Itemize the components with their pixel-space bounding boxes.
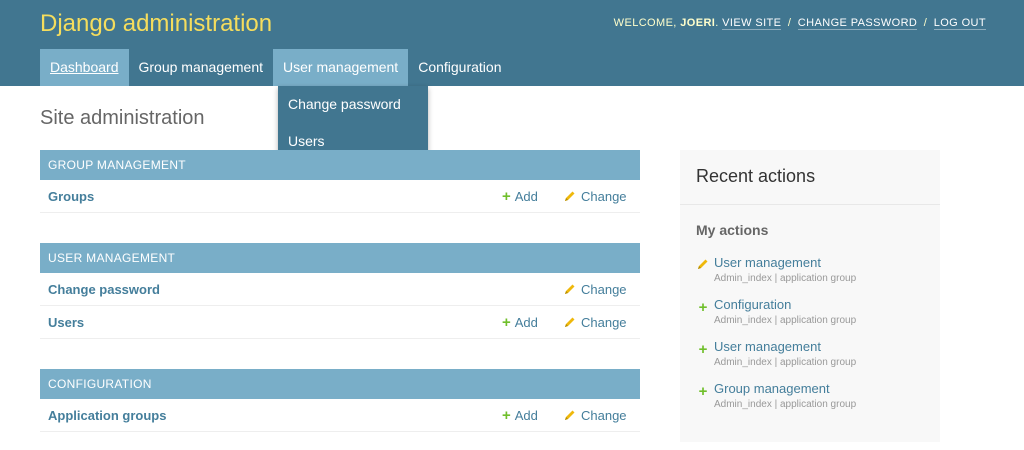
plus-icon: +	[698, 383, 708, 400]
recent-action-link[interactable]: User management	[714, 339, 821, 354]
module-caption[interactable]: Group management	[40, 150, 640, 180]
module-group-management: Group management Groups + Add Change	[40, 150, 640, 213]
pencil-icon	[565, 410, 575, 420]
table-row: Groups + Add Change	[40, 180, 640, 213]
nav-user-management[interactable]: User management	[273, 49, 409, 86]
site-brand[interactable]: Django administration	[40, 10, 272, 38]
model-link-change-password[interactable]: Change password	[48, 282, 160, 297]
recent-actions-panel: Recent actions My actions User managemen…	[680, 150, 940, 442]
welcome-text: Welcome,	[613, 17, 677, 29]
change-button[interactable]: Change	[564, 189, 627, 204]
my-actions-heading: My actions	[696, 222, 769, 238]
plus-icon: +	[502, 407, 511, 424]
page-title: Site administration	[40, 107, 205, 129]
plus-icon: +	[698, 341, 708, 358]
username: Joeri	[680, 17, 716, 29]
pencil-icon	[565, 284, 575, 294]
table-row: Change password Change	[40, 273, 640, 306]
header: Django administration Welcome, Joeri. Vi…	[0, 0, 1024, 86]
view-site-link[interactable]: View site	[722, 17, 782, 30]
recent-actions-title: Recent actions	[680, 150, 940, 205]
recent-action-meta: Admin_index | application group	[714, 315, 857, 326]
change-button[interactable]: Change	[564, 282, 627, 297]
model-link-users[interactable]: Users	[48, 315, 84, 330]
recent-action-meta: Admin_index | application group	[714, 273, 857, 284]
pencil-icon	[565, 317, 575, 327]
recent-action-link[interactable]: User management	[714, 255, 821, 270]
module-user-management: User management Change password Change U…	[40, 243, 640, 339]
change-button[interactable]: Change	[564, 315, 627, 330]
add-button[interactable]: + Add	[502, 408, 538, 423]
pencil-icon	[565, 191, 575, 201]
log-out-link[interactable]: Log out	[933, 17, 986, 30]
nav-dashboard[interactable]: Dashboard	[40, 49, 129, 86]
recent-action-meta: Admin_index | application group	[714, 357, 857, 368]
main-nav: Dashboard Group management User manageme…	[40, 49, 511, 86]
add-button[interactable]: + Add	[502, 189, 538, 204]
recent-action-link[interactable]: Group management	[714, 381, 830, 396]
plus-icon: +	[502, 314, 511, 331]
change-button[interactable]: Change	[564, 408, 627, 423]
dropdown-change-password[interactable]: Change password	[278, 86, 428, 123]
nav-group-management[interactable]: Group management	[129, 49, 274, 86]
plus-icon: +	[502, 188, 511, 205]
module-configuration: Configuration Application groups + Add Ch…	[40, 369, 640, 432]
table-row: Application groups + Add Change	[40, 399, 640, 432]
plus-icon: +	[698, 299, 708, 316]
user-tools: Welcome, Joeri. View site / Change passw…	[613, 17, 986, 30]
module-caption[interactable]: Configuration	[40, 369, 640, 399]
change-password-link[interactable]: Change password	[797, 17, 918, 30]
separator: /	[787, 17, 792, 29]
pencil-icon	[696, 257, 710, 275]
user-management-dropdown: Change password Users	[278, 86, 428, 160]
table-row: Users + Add Change	[40, 306, 640, 339]
model-link-application-groups[interactable]: Application groups	[48, 408, 166, 423]
add-button[interactable]: + Add	[502, 315, 538, 330]
recent-action-link[interactable]: Configuration	[714, 297, 791, 312]
recent-action-meta: Admin_index | application group	[714, 399, 857, 410]
model-link-groups[interactable]: Groups	[48, 189, 94, 204]
module-caption[interactable]: User management	[40, 243, 640, 273]
separator: /	[923, 17, 928, 29]
nav-configuration[interactable]: Configuration	[408, 49, 511, 86]
